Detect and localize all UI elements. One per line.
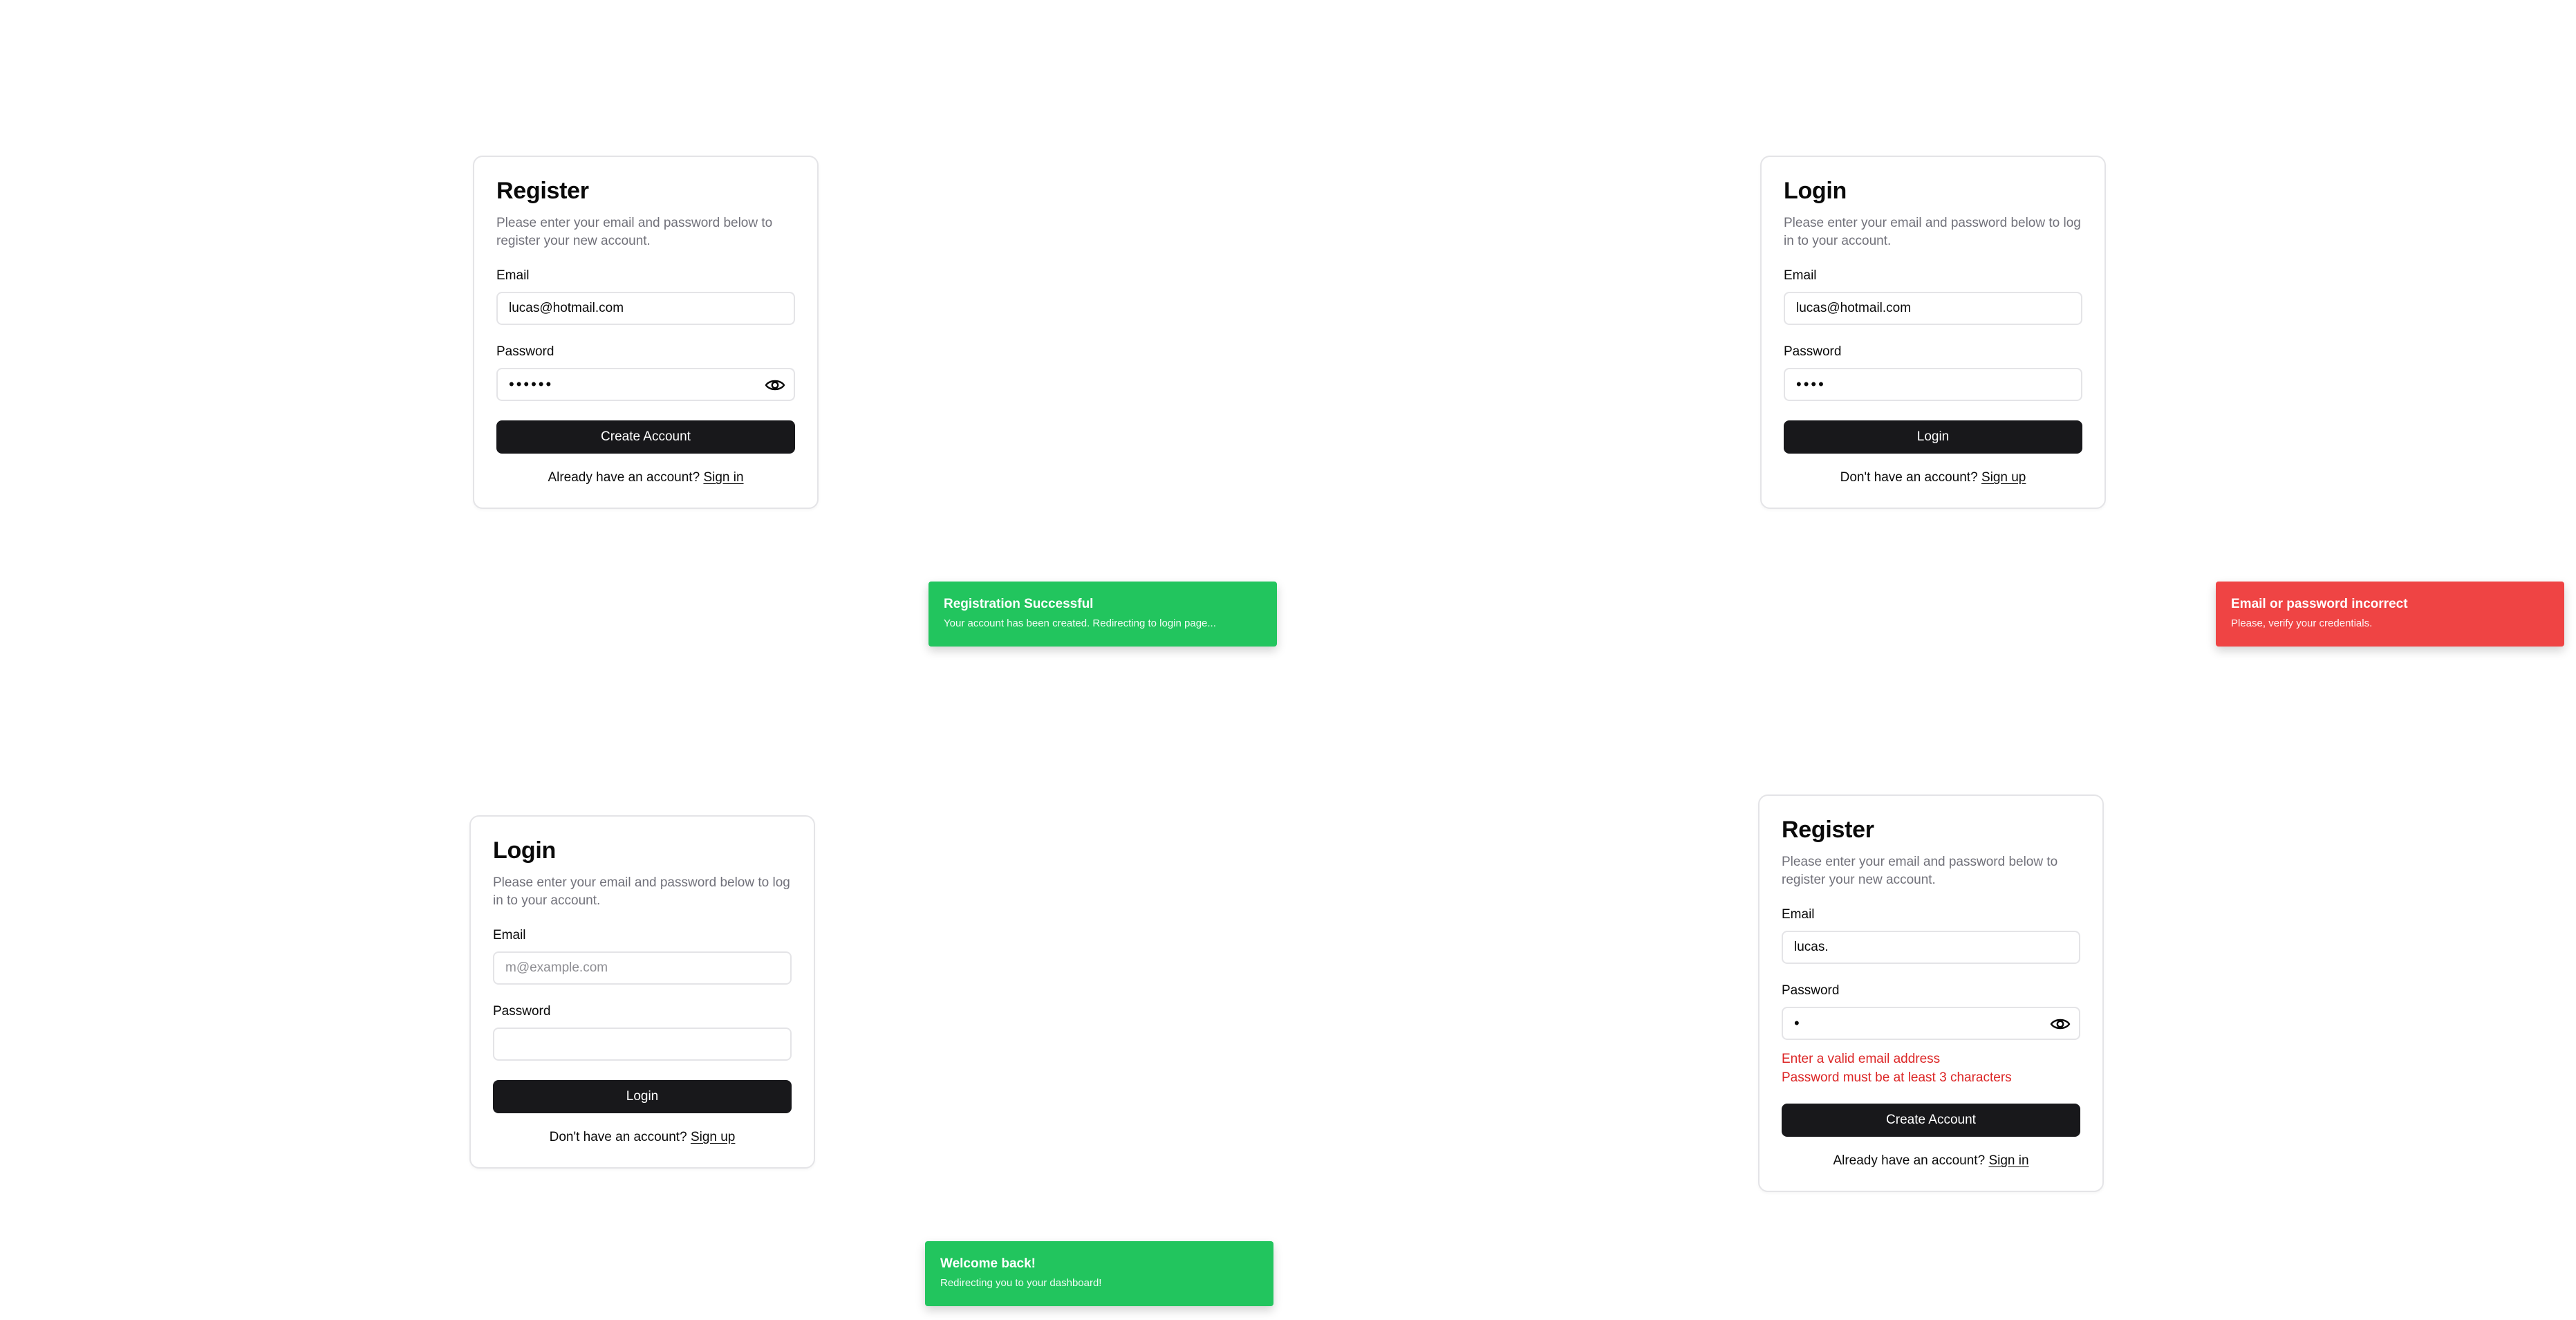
email-field-group: Email lucas@hotmail.com <box>1784 268 2082 325</box>
email-label: Email <box>496 268 530 283</box>
sign-up-link[interactable]: Sign up <box>691 1130 735 1144</box>
toast-message: Please, verify your credentials. <box>2231 617 2373 629</box>
email-error: Enter a valid email address <box>1782 1052 1941 1066</box>
card-title: Register <box>496 178 589 204</box>
sign-in-link[interactable]: Sign in <box>1988 1153 2028 1168</box>
sign-in-link[interactable]: Sign in <box>703 470 743 485</box>
email-label: Email <box>1784 268 1817 283</box>
email-input[interactable]: lucas@hotmail.com <box>1784 292 2082 325</box>
password-label: Password <box>496 344 554 359</box>
card-description: Please enter your email and password bel… <box>1784 216 2081 248</box>
toast-title: Welcome back! <box>940 1256 1036 1271</box>
toast-title: Email or password incorrect <box>2231 597 2408 611</box>
email-input[interactable]: lucas. <box>1782 931 2080 964</box>
error-toast: Email or password incorrect Please, veri… <box>2216 582 2564 647</box>
success-toast: Welcome back! Redirecting you to your da… <box>925 1241 1273 1306</box>
password-field-group: Password <box>493 1004 792 1061</box>
validation-errors: Enter a valid email address Password mus… <box>1782 1050 2080 1087</box>
toast-message: Redirecting you to your dashboard! <box>940 1277 1102 1289</box>
login-card: Login Please enter your email and passwo… <box>1760 156 2106 509</box>
password-input[interactable]: •••••• <box>496 368 795 401</box>
sign-up-link[interactable]: Sign up <box>1981 470 2026 485</box>
email-label: Email <box>493 928 526 942</box>
card-footer: Already have an account? Sign in <box>496 470 795 485</box>
eye-icon[interactable] <box>2050 1016 2071 1032</box>
password-input[interactable]: •••• <box>1784 368 2082 401</box>
password-label: Password <box>493 1004 551 1019</box>
create-account-button[interactable]: Create Account <box>496 420 795 454</box>
email-input[interactable]: m@example.com <box>493 951 792 985</box>
password-input[interactable]: • <box>1782 1007 2080 1040</box>
card-description: Please enter your email and password bel… <box>1782 855 2058 887</box>
toast-message: Your account has been created. Redirecti… <box>944 617 1216 629</box>
eye-icon[interactable] <box>765 377 785 393</box>
password-field-group: Password • <box>1782 983 2080 1040</box>
card-title: Login <box>1784 178 1847 204</box>
success-toast: Registration Successful Your account has… <box>928 582 1277 647</box>
password-label: Password <box>1784 344 1842 359</box>
password-field-group: Password •••••• <box>496 344 795 401</box>
card-footer: Already have an account? Sign in <box>1782 1153 2080 1169</box>
email-input[interactable]: lucas@hotmail.com <box>496 292 795 325</box>
password-label: Password <box>1782 983 1840 998</box>
register-card: Register Please enter your email and pas… <box>473 156 819 509</box>
login-card: Login Please enter your email and passwo… <box>469 815 815 1169</box>
footer-text: Already have an account? <box>548 470 700 485</box>
email-field-group: Email lucas@hotmail.com <box>496 268 795 325</box>
email-label: Email <box>1782 907 1815 922</box>
password-error: Password must be at least 3 characters <box>1782 1070 2012 1085</box>
login-button[interactable]: Login <box>493 1080 792 1113</box>
card-description: Please enter your email and password bel… <box>493 875 790 908</box>
card-title: Register <box>1782 817 1874 843</box>
card-description: Please enter your email and password bel… <box>496 216 773 248</box>
password-field-group: Password •••• <box>1784 344 2082 401</box>
password-input[interactable] <box>493 1028 792 1061</box>
footer-text: Don't have an account? <box>1840 470 1978 485</box>
toast-title: Registration Successful <box>944 597 1094 611</box>
email-field-group: Email lucas. <box>1782 907 2080 964</box>
create-account-button[interactable]: Create Account <box>1782 1104 2080 1137</box>
card-title: Login <box>493 837 557 864</box>
footer-text: Already have an account? <box>1833 1153 1986 1168</box>
card-footer: Don't have an account? Sign up <box>493 1130 792 1145</box>
card-footer: Don't have an account? Sign up <box>1784 470 2082 485</box>
register-card: Register Please enter your email and pas… <box>1758 794 2104 1192</box>
email-field-group: Email m@example.com <box>493 928 792 985</box>
footer-text: Don't have an account? <box>549 1130 687 1144</box>
login-button[interactable]: Login <box>1784 420 2082 454</box>
